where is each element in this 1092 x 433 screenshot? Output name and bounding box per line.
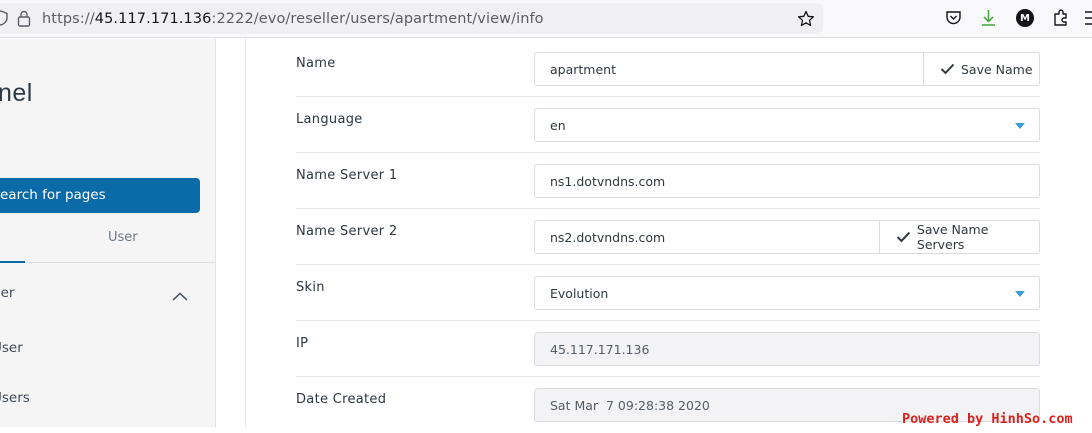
name-label: Name (296, 56, 336, 71)
sidebar-item-user[interactable]: User (0, 340, 23, 356)
check-icon (896, 231, 911, 243)
download-icon[interactable] (980, 9, 997, 27)
chevron-down-icon (1015, 123, 1025, 129)
check-icon (940, 63, 955, 75)
search-pages-button[interactable]: earch for pages (0, 178, 200, 213)
tab-active-indicator (0, 261, 25, 263)
menu-icon[interactable] (1085, 10, 1092, 26)
url-scheme: https:// (42, 11, 95, 27)
sidebar: nel earch for pages User ger User Users (0, 39, 216, 427)
row-skin: Skin Evolution (296, 265, 1040, 321)
menu-section-header[interactable]: ger (0, 285, 14, 301)
name-input[interactable]: apartment (534, 52, 924, 86)
ip-field: 45.117.171.136 (534, 332, 1040, 366)
chevron-down-icon (1015, 291, 1025, 297)
chevron-up-icon[interactable] (172, 286, 188, 305)
browser-toolbar: https://45.117.171.136:2222/evo/reseller… (0, 0, 1092, 38)
language-value: en (550, 118, 566, 133)
save-name-button[interactable]: Save Name (923, 52, 1040, 86)
skin-value: Evolution (550, 286, 609, 301)
row-ns1: Name Server 1 ns1.dotvndns.com (296, 153, 1040, 209)
ip-label: IP (296, 336, 309, 351)
bookmark-star-icon[interactable] (797, 10, 815, 28)
save-name-servers-label: Save Name Servers (916, 222, 989, 252)
date-created-label: Date Created (296, 392, 387, 407)
sidebar-item-users[interactable]: Users (0, 390, 30, 406)
row-language: Language en (296, 97, 1040, 153)
language-label: Language (296, 112, 363, 127)
ns1-label: Name Server 1 (296, 168, 398, 183)
save-name-servers-button[interactable]: Save Name Servers (879, 220, 1040, 254)
url-bar[interactable]: https://45.117.171.136:2222/evo/reseller… (0, 3, 823, 34)
pocket-icon[interactable] (945, 10, 962, 26)
sidebar-tabs: User (0, 225, 216, 263)
row-ns2: Name Server 2 ns2.dotvndns.com Save Name… (296, 209, 1040, 265)
skin-select[interactable]: Evolution (534, 276, 1040, 310)
url-host: 45.117.171.136 (94, 11, 212, 27)
ns2-input[interactable]: ns2.dotvndns.com (534, 220, 880, 254)
account-icon[interactable]: M (1016, 9, 1034, 27)
url-path: :2222/evo/reseller/users/apartment/view/… (211, 11, 544, 27)
ns2-label: Name Server 2 (296, 224, 398, 239)
row-name: Name apartment Save Name (296, 41, 1040, 97)
watermark: Powered by HinhSo.com (902, 411, 1073, 427)
lock-icon[interactable] (17, 10, 31, 27)
save-name-label: Save Name (961, 61, 1033, 77)
language-select[interactable]: en (534, 108, 1040, 142)
row-ip: IP 45.117.171.136 (296, 321, 1040, 377)
extensions-icon[interactable] (1052, 8, 1070, 27)
skin-label: Skin (296, 280, 325, 295)
url-text[interactable]: https://45.117.171.136:2222/evo/reseller… (42, 11, 544, 27)
tab-user[interactable]: User (108, 230, 138, 245)
shield-icon[interactable] (0, 10, 8, 26)
ns1-input[interactable]: ns1.dotvndns.com (534, 164, 1040, 198)
brand-title: nel (0, 79, 33, 107)
